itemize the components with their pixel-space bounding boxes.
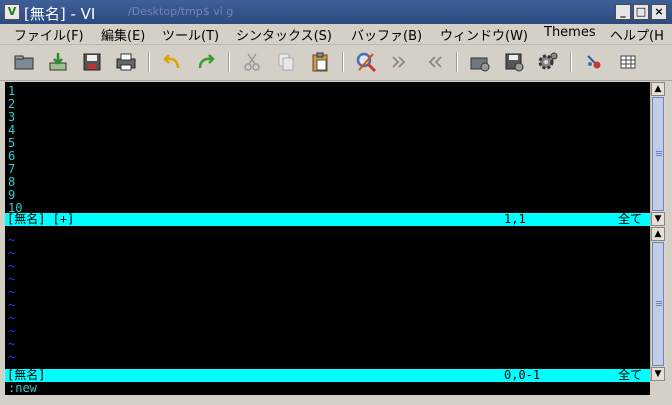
menu-help[interactable]: ヘルプ(H <box>610 25 664 44</box>
scroll-thumb[interactable] <box>652 242 664 366</box>
find-prev-icon[interactable] <box>422 50 446 74</box>
close-button[interactable]: × <box>651 4 667 20</box>
toolbar-separator <box>456 52 458 72</box>
menu-syntax[interactable]: シンタックス(S) <box>236 25 332 44</box>
menu-bar: ファイル(F) 編集(E) ツール(T) シンタックス(S) バッファ(B) ウ… <box>0 24 672 45</box>
paste-icon[interactable] <box>308 50 332 74</box>
bottom-status-line[interactable]: [無名] 0,0-1 全て <box>5 369 650 382</box>
gear-icon[interactable] <box>536 50 560 74</box>
menu-themes[interactable]: Themes <box>544 25 596 40</box>
scroll-position: 全て <box>618 212 643 226</box>
redo-icon[interactable] <box>194 50 218 74</box>
scroll-up-button[interactable]: ▲ <box>651 82 665 96</box>
toolbar-separator <box>148 52 150 72</box>
menu-edit[interactable]: 編集(E) <box>101 25 145 44</box>
background-terminal-text: /Desktop/tmp$ vi g <box>128 5 234 18</box>
bottom-scrollbar[interactable]: ▲ ▼ <box>650 227 666 382</box>
floppy-icon[interactable] <box>80 50 104 74</box>
copy-icon[interactable] <box>274 50 298 74</box>
scroll-up-button[interactable]: ▲ <box>651 227 665 241</box>
toolbar-separator <box>342 52 344 72</box>
top-scrollbar[interactable]: ▲ ▼ <box>650 82 666 227</box>
scroll-thumb[interactable] <box>652 97 664 211</box>
scroll-down-button[interactable]: ▼ <box>651 212 665 226</box>
toolbar-separator <box>228 52 230 72</box>
undo-icon[interactable] <box>160 50 184 74</box>
empty-line-marker: ~ <box>8 350 16 364</box>
cursor-position: 1,1 <box>504 212 526 226</box>
toolbar <box>0 45 672 81</box>
folder-open-icon[interactable] <box>12 50 36 74</box>
menu-window[interactable]: ウィンドウ(W) <box>440 25 528 44</box>
find-next-icon[interactable] <box>388 50 412 74</box>
toolbar-separator <box>570 52 572 72</box>
load-session-icon[interactable] <box>468 50 492 74</box>
buffer-name: [無名] [+] <box>7 212 75 226</box>
minimize-button[interactable]: _ <box>615 4 631 20</box>
save-session-icon[interactable] <box>502 50 526 74</box>
window-title: [無名] - VI <box>24 5 96 23</box>
find-replace-icon[interactable] <box>354 50 378 74</box>
printer-icon[interactable] <box>114 50 138 74</box>
vim-icon[interactable]: V <box>4 4 20 20</box>
menu-tools[interactable]: ツール(T) <box>162 25 219 44</box>
cursor-position: 0,0-1 <box>504 368 541 382</box>
scroll-down-button[interactable]: ▼ <box>651 367 665 381</box>
tags-table-icon[interactable] <box>616 50 640 74</box>
maximize-button[interactable]: □ <box>633 4 649 20</box>
menu-file[interactable]: ファイル(F) <box>14 25 84 44</box>
editor-area[interactable]: 1 2 3 4 5 6 7 8 9 10 [無名] [+] 1,1 全て ~ ~… <box>5 82 650 395</box>
title-bar: V [無名] - VI /Desktop/tmp$ vi g _ □ × <box>0 0 672 24</box>
top-status-line[interactable]: [無名] [+] 1,1 全て <box>5 213 650 226</box>
scissors-icon[interactable] <box>240 50 264 74</box>
menu-buffers[interactable]: バッファ(B) <box>351 25 422 44</box>
scroll-position: 全て <box>618 368 643 382</box>
make-icon[interactable] <box>582 50 606 74</box>
command-line[interactable]: :new <box>5 382 650 395</box>
save-download-icon[interactable] <box>46 50 70 74</box>
